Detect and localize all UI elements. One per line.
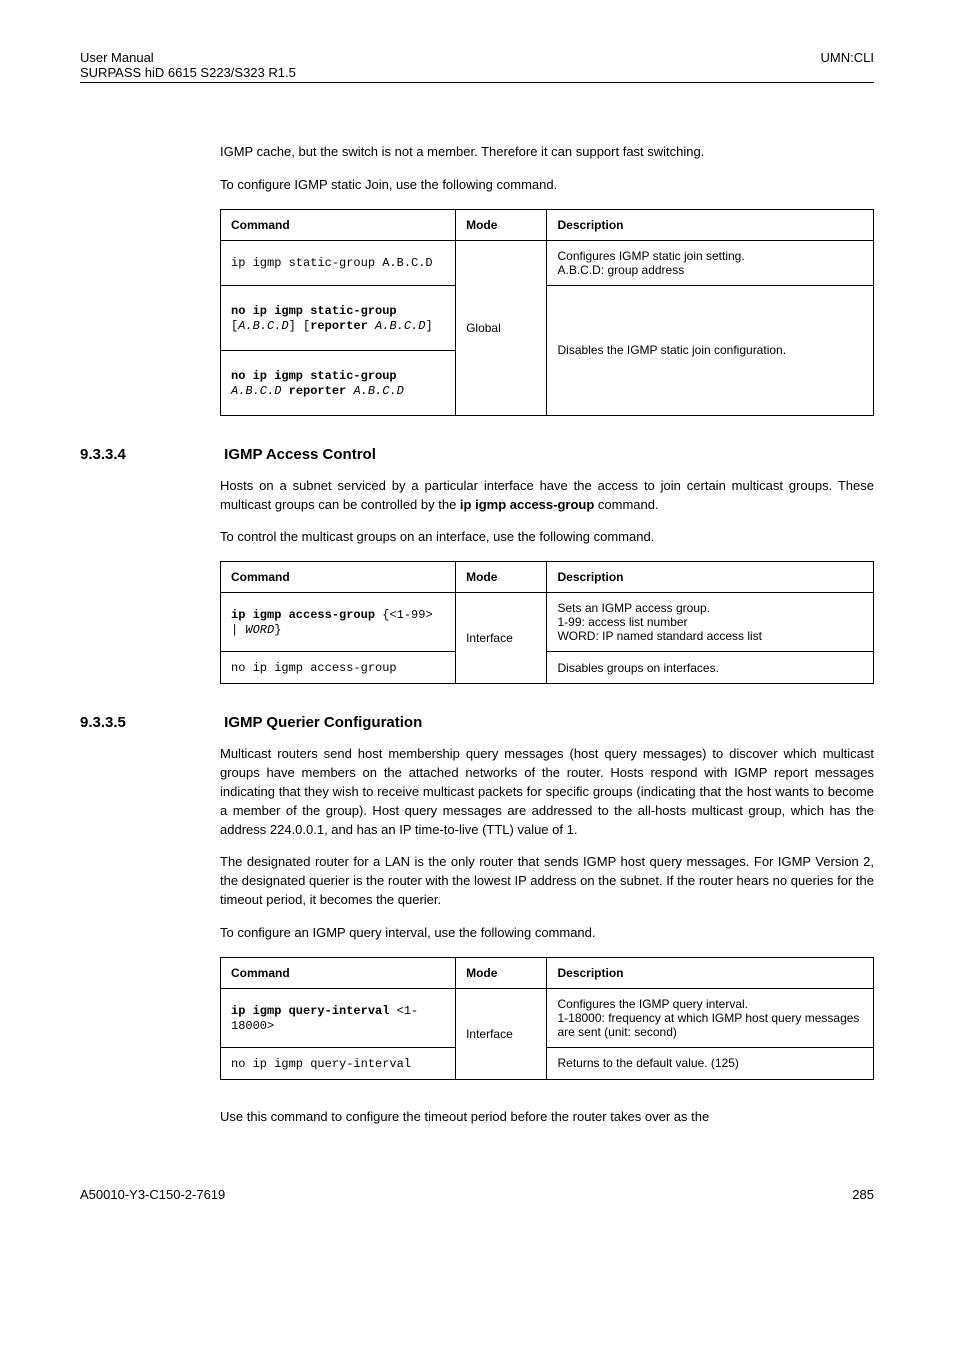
sec3-para-3: To configure an IGMP query interval, use… [220,924,874,943]
sec3-para-1: Multicast routers send host membership q… [220,745,874,839]
th-description: Description [547,562,874,593]
cell-command: no ip igmp static-group A.B.C.D reporter… [221,350,456,415]
sec2-para-1: Hosts on a subnet serviced by a particul… [220,477,874,515]
th-mode: Mode [456,957,547,988]
cmd-text: ip igmp static-group A.B.C.D [231,256,433,270]
table-igmp-static-join: Command Mode Description ip igmp static-… [220,209,874,416]
section-title: IGMP Querier Configuration [224,714,422,731]
table-row: ip igmp access-group {<1-99> | WORD} Int… [221,593,874,652]
intro-para-1: IGMP cache, but the switch is not a memb… [220,143,874,162]
cell-description: Configures the IGMP query interval. 1-18… [547,988,874,1047]
cell-description: Disables the IGMP static join configurat… [547,285,874,415]
th-command: Command [221,562,456,593]
cell-command: ip igmp static-group A.B.C.D [221,240,456,285]
cell-command: no ip igmp access-group [221,652,456,684]
table-row: ip igmp query-interval <1-18000> Interfa… [221,988,874,1047]
table-row: no ip igmp query-interval Returns to the… [221,1047,874,1079]
sec3-para-2: The designated router for a LAN is the o… [220,853,874,910]
cell-mode: Global [456,240,547,415]
section-heading-access-control: 9.3.3.4 IGMP Access Control [80,446,874,463]
section-number: 9.3.3.4 [80,446,220,463]
text-span: command. [594,497,658,512]
cell-command: ip igmp query-interval <1-18000> [221,988,456,1047]
th-command: Command [221,209,456,240]
cmd-inline: ip igmp access-group [460,497,594,512]
cell-description: Configures IGMP static join setting. A.B… [547,240,874,285]
table-row: Command Mode Description [221,957,874,988]
footer-left: A50010-Y3-C150-2-7619 [80,1187,225,1202]
cmd-text: no ip igmp query-interval [231,1057,411,1071]
th-description: Description [547,209,874,240]
cmd-text: no ip igmp static-group [A.B.C.D] [repor… [231,304,433,333]
intro-para-2: To configure IGMP static Join, use the f… [220,176,874,195]
table-row: no ip igmp access-group Disables groups … [221,652,874,684]
cell-description: Sets an IGMP access group. 1-99: access … [547,593,874,652]
table-row: ip igmp static-group A.B.C.D Global Conf… [221,240,874,285]
table-row: no ip igmp static-group [A.B.C.D] [repor… [221,285,874,350]
th-mode: Mode [456,209,547,240]
cmd-text: no ip igmp access-group [231,661,397,675]
cell-mode: Interface [456,988,547,1079]
cmd-text: ip igmp access-group {<1-99> | WORD} [231,608,433,637]
table-row: Command Mode Description [221,562,874,593]
section-heading-querier-config: 9.3.3.5 IGMP Querier Configuration [80,714,874,731]
cmd-text: no ip igmp static-group A.B.C.D reporter… [231,369,404,398]
cell-command: no ip igmp query-interval [221,1047,456,1079]
cell-mode: Interface [456,593,547,684]
header-right: UMN:CLI [821,50,874,80]
header-left-line2: SURPASS hiD 6615 S223/S323 R1.5 [80,65,296,80]
cmd-text: ip igmp query-interval <1-18000> [231,1004,418,1033]
cell-command: no ip igmp static-group [A.B.C.D] [repor… [221,285,456,350]
th-mode: Mode [456,562,547,593]
table-igmp-query-interval: Command Mode Description ip igmp query-i… [220,957,874,1080]
th-description: Description [547,957,874,988]
cell-description: Returns to the default value. (125) [547,1047,874,1079]
sec2-para-2: To control the multicast groups on an in… [220,528,874,547]
header-left-line1: User Manual [80,50,296,65]
table-igmp-access-group: Command Mode Description ip igmp access-… [220,561,874,684]
footer-page-number: 285 [852,1187,874,1202]
outro-para-1: Use this command to configure the timeou… [220,1108,874,1127]
table-row: Command Mode Description [221,209,874,240]
th-command: Command [221,957,456,988]
header-rule [80,82,874,83]
section-number: 9.3.3.5 [80,714,220,731]
section-title: IGMP Access Control [224,446,376,463]
cell-command: ip igmp access-group {<1-99> | WORD} [221,593,456,652]
cell-description: Disables groups on interfaces. [547,652,874,684]
